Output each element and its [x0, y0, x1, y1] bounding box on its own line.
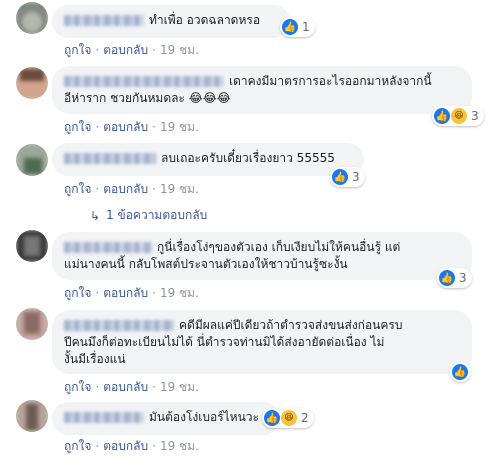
comment-bubble: เดาคงมีมาตรการอะไรออกมาหลังจากนี้ อีห่าร… [52, 66, 472, 114]
thumbs-up-icon: 👍 [452, 364, 468, 380]
reply-link[interactable]: ตอบกลับ [103, 43, 148, 57]
view-replies-link[interactable]: ↳ 1 ข้อความตอบกลับ [90, 206, 207, 225]
timestamp[interactable]: 19 ชม. [160, 380, 199, 394]
timestamp[interactable]: 19 ชม. [160, 120, 199, 134]
timestamp[interactable]: 19 ชม. [160, 182, 199, 196]
thumbs-up-icon: 👍 [332, 169, 348, 185]
comment-actions: ถูกใจ · ตอบกลับ · 19 ชม. [64, 439, 199, 453]
reaction-count: 1 [302, 20, 310, 34]
comment-actions: ถูกใจ · ตอบกลับ · 19 ชม. [64, 182, 199, 196]
comment-text-line-1: คดีมีผลแค่ปีเดียวถ้าตำรวจส่งขนส่งก่อนครบ [179, 318, 403, 332]
reply-link[interactable]: ตอบกลับ [103, 182, 148, 196]
commenter-name[interactable] [64, 412, 144, 423]
timestamp[interactable]: 19 ชม. [160, 43, 199, 57]
commenter-name[interactable] [64, 15, 144, 26]
reaction-summary[interactable]: 👍 3 [437, 268, 472, 288]
comment-text-line-1: เดาคงมีมาตรการอะไรออกมาหลังจากนี้ [229, 74, 432, 88]
avatar[interactable] [16, 67, 48, 99]
commenter-name[interactable] [64, 153, 156, 164]
commenter-name[interactable] [64, 320, 174, 331]
reaction-summary[interactable]: 👍 3 [330, 167, 365, 187]
reaction-summary[interactable]: 👍 😆 3 [432, 106, 484, 126]
avatar[interactable] [16, 308, 48, 340]
reply-link[interactable]: ตอบกลับ [103, 286, 148, 300]
comment-bubble: กูนี่เรื่องโง่ๆของตัวเอง เก็บเงียบไม่ให้… [52, 232, 472, 280]
reaction-count: 2 [301, 411, 309, 425]
replies-count-text[interactable]: 1 ข้อความตอบกลับ [106, 206, 207, 225]
avatar[interactable] [16, 230, 48, 262]
like-link[interactable]: ถูกใจ [64, 120, 91, 134]
like-link[interactable]: ถูกใจ [64, 43, 91, 57]
comment-bubble: ลบเถอะครับเดี๋ยวเรื่องยาว 55555 [52, 143, 364, 176]
like-link[interactable]: ถูกใจ [64, 286, 91, 300]
comment-text-line-2: ปีคนมึงก็ต่อทะเบียนไม่ได้ นี่ตำรวจท่านมิ… [64, 335, 385, 349]
laughing-face-icon: 😆 [451, 108, 467, 124]
reply-link[interactable]: ตอบกลับ [103, 380, 148, 394]
reaction-summary[interactable]: 👍 1 [280, 17, 315, 37]
like-link[interactable]: ถูกใจ [64, 439, 91, 453]
thumbs-up-icon: 👍 [264, 410, 280, 426]
comment-actions: ถูกใจ · ตอบกลับ · 19 ชม. [64, 120, 199, 134]
laughing-face-icon: 😆 [281, 410, 297, 426]
comment-actions: ถูกใจ · ตอบกลับ · 19 ชม. [64, 380, 199, 394]
comment-text-line-3: งั้นมีเรื่องแน่ [64, 352, 126, 366]
reaction-count: 3 [471, 109, 479, 123]
timestamp[interactable]: 19 ชม. [160, 439, 199, 453]
reaction-summary[interactable]: 👍 😆 2 [262, 408, 314, 428]
comment-text: มันต้องโง่เบอร์ไหนวะ [149, 410, 259, 424]
comment-text-line-2: อีห่าราก ชวยกันหมดละ 😂😂😂 [64, 91, 231, 105]
avatar[interactable] [16, 144, 48, 176]
reaction-count: 3 [459, 271, 467, 285]
thumbs-up-icon: 👍 [282, 19, 298, 35]
commenter-name[interactable] [64, 76, 224, 87]
commenter-name[interactable] [64, 242, 152, 253]
comment-actions: ถูกใจ · ตอบกลับ · 19 ชม. [64, 43, 199, 57]
comment-bubble: คดีมีผลแค่ปีเดียวถ้าตำรวจส่งขนส่งก่อนครบ… [52, 310, 472, 374]
comment-bubble: ทำเพื่อ อวดฉลาดหรอ [52, 5, 290, 38]
like-link[interactable]: ถูกใจ [64, 380, 91, 394]
reply-link[interactable]: ตอบกลับ [103, 439, 148, 453]
reply-arrow-icon: ↳ [90, 208, 101, 223]
reaction-summary[interactable]: 👍 [450, 362, 471, 382]
timestamp[interactable]: 19 ชม. [160, 286, 199, 300]
avatar[interactable] [16, 400, 48, 432]
comment-actions: ถูกใจ · ตอบกลับ · 19 ชม. [64, 286, 199, 300]
thumbs-up-icon: 👍 [434, 108, 450, 124]
comment-bubble: มันต้องโง่เบอร์ไหนวะ [52, 402, 280, 435]
reply-link[interactable]: ตอบกลับ [103, 120, 148, 134]
comment-text: ลบเถอะครับเดี๋ยวเรื่องยาว 55555 [161, 151, 335, 165]
comment-text-line-1: กูนี่เรื่องโง่ๆของตัวเอง เก็บเงียบไม่ให้… [157, 240, 401, 254]
like-link[interactable]: ถูกใจ [64, 182, 91, 196]
avatar[interactable] [16, 2, 48, 34]
reaction-count: 3 [352, 170, 360, 184]
thumbs-up-icon: 👍 [439, 270, 455, 286]
comment-text: ทำเพื่อ อวดฉลาดหรอ [149, 13, 261, 27]
comment-text-line-2: แม่นางคนนี้ กลับโพสต์ประจานตัวเองให้ชาวบ… [64, 257, 348, 271]
